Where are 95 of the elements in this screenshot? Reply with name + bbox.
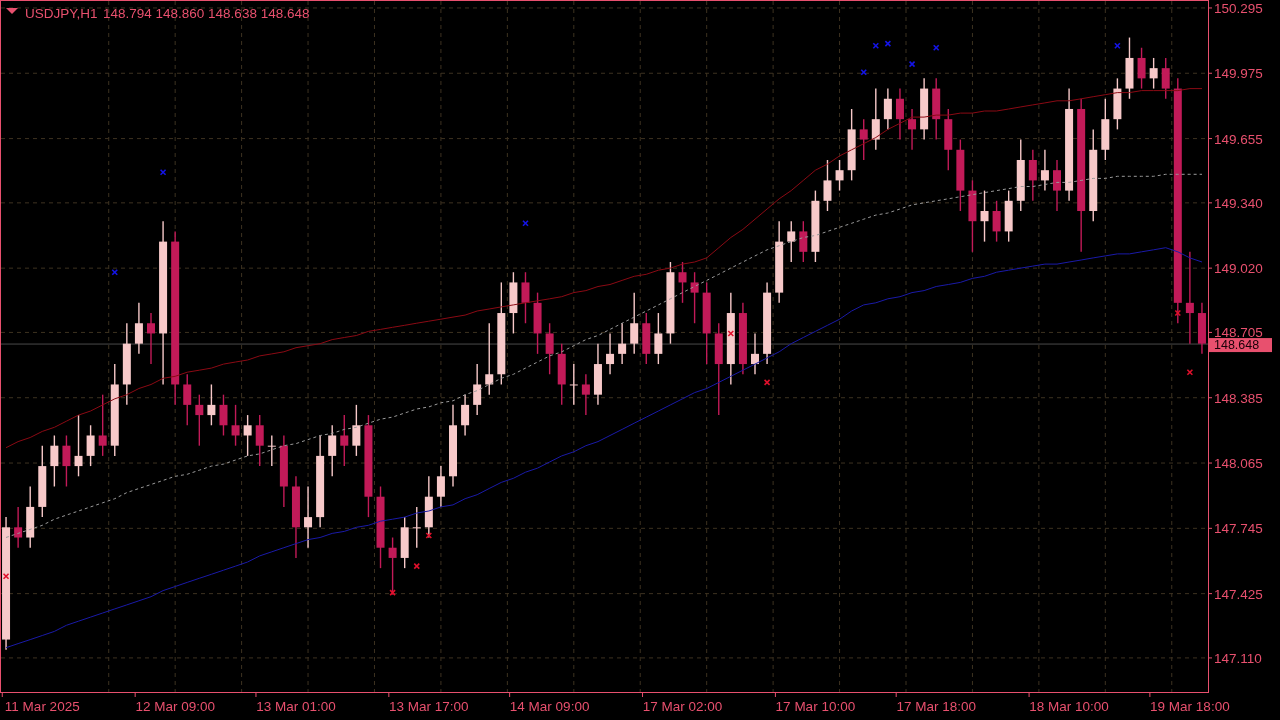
candlestick [992, 200, 1001, 243]
dropdown-triangle-icon[interactable] [6, 8, 18, 14]
price-axis-label: 147.425 [1214, 586, 1263, 602]
time-axis-label: 13 Mar 01:00 [256, 699, 336, 714]
candlestick [340, 414, 349, 467]
time-axis-label: 14 Mar 09:00 [509, 699, 590, 714]
candlestick [883, 87, 892, 131]
candlestick [328, 424, 337, 477]
candlestick [1125, 36, 1134, 100]
candlestick [183, 373, 192, 426]
candlestick [388, 536, 397, 596]
candlestick [569, 363, 578, 406]
candlestick [1004, 189, 1013, 243]
candlestick [581, 373, 590, 416]
candlestick [920, 77, 929, 141]
time-axis-label: 18 Mar 10:00 [1029, 699, 1109, 714]
candlestick [871, 87, 880, 151]
candlestick [1149, 57, 1158, 90]
candlestick [267, 434, 276, 467]
time-axis-label: 12 Mar 09:00 [135, 699, 215, 714]
price-axis-label: 148.705 [1214, 325, 1263, 341]
candlestick [642, 312, 651, 365]
candlestick [74, 414, 83, 477]
candlestick [835, 159, 844, 192]
candlestick [509, 271, 518, 335]
candlestick [1137, 47, 1146, 90]
candlestick [545, 322, 554, 375]
candlestick [908, 108, 917, 151]
candlestick [412, 506, 421, 549]
chart-quotes: 148.794 148.860 148.638 148.648 [103, 6, 310, 21]
candlestick [26, 485, 35, 549]
candlestick [654, 312, 663, 365]
price-axis-label: 149.975 [1214, 66, 1263, 82]
candlestick [557, 342, 566, 406]
candlestick [1113, 77, 1122, 131]
candlestick [436, 465, 445, 508]
current-price-tag: 148.648 [1209, 338, 1272, 353]
candlestick [593, 342, 602, 406]
time-axis-label: 19 Mar 18:00 [1150, 699, 1230, 714]
candlestick [932, 77, 941, 141]
candlestick [207, 383, 216, 426]
candlestick [823, 159, 832, 212]
candlestick [14, 506, 23, 549]
candlestick [62, 434, 71, 488]
time-axis-label: 17 Mar 10:00 [775, 699, 856, 714]
candlestick [219, 393, 228, 437]
price-axis-label: 147.110 [1214, 650, 1262, 666]
candlestick [1053, 159, 1061, 212]
candlestick [243, 414, 252, 457]
ref-line-label: 148.648 [1214, 338, 1260, 353]
candlestick [231, 404, 240, 447]
candlestick [50, 434, 59, 488]
price-axis-label: 149.655 [1214, 131, 1263, 147]
candlestick [195, 393, 204, 447]
time-axis-label: 17 Mar 18:00 [896, 699, 976, 714]
candlestick [461, 393, 470, 437]
candlestick [521, 271, 530, 324]
candlestick [134, 302, 143, 355]
candlestick [304, 485, 313, 549]
candlestick [424, 475, 433, 539]
candlestick [787, 220, 796, 263]
price-axis-label: 149.340 [1214, 195, 1263, 211]
candlestick [1040, 149, 1049, 192]
candlestick [895, 87, 904, 141]
candlestick [352, 404, 361, 457]
candlestick [799, 220, 808, 263]
time-axis-label: 11 Mar 2025 [4, 699, 80, 714]
candlestick [630, 291, 639, 355]
candlestick [1101, 98, 1110, 161]
candlestick [618, 322, 627, 365]
price-axis-label: 147.745 [1214, 521, 1263, 537]
candlestick [678, 261, 687, 304]
candlestick [751, 332, 759, 375]
candlestick [606, 332, 615, 375]
candlestick [859, 118, 868, 161]
price-axis-label: 150.295 [1214, 0, 1263, 16]
candlestick [690, 271, 699, 324]
candlestick [533, 291, 542, 355]
price-axis-label: 148.385 [1214, 390, 1263, 406]
candlestick [86, 424, 95, 467]
candlestick [255, 414, 264, 467]
chart-symbol: USDJPY,H1 [25, 6, 98, 21]
candlestick [473, 363, 482, 416]
candlestick [400, 516, 409, 569]
price-axis-label: 148.065 [1214, 456, 1263, 472]
price-axis-label: 149.020 [1214, 261, 1263, 277]
time-axis-label: 17 Mar 02:00 [642, 699, 723, 714]
candlestick [944, 108, 953, 171]
candlestick [1197, 302, 1206, 355]
candlestick [1161, 57, 1170, 100]
candlestick [147, 312, 155, 365]
candlestick [98, 393, 107, 457]
candlestick [980, 189, 989, 243]
time-axis-label: 13 Mar 17:00 [389, 699, 469, 714]
candlestick [1028, 149, 1037, 202]
